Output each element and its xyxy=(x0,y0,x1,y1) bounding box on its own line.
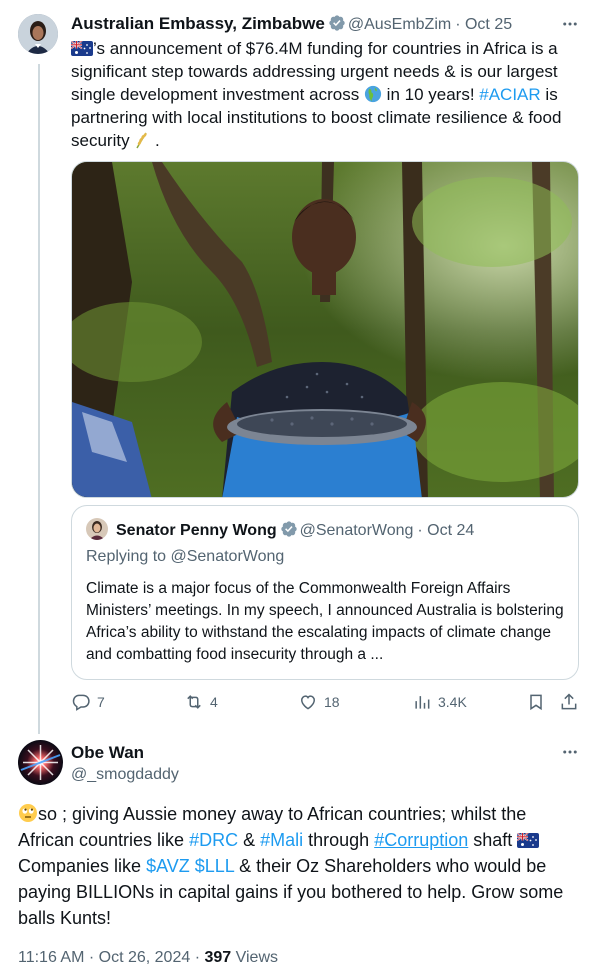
bookmark-icon xyxy=(530,694,542,711)
reply-views-label: Views xyxy=(231,949,279,966)
more-options-icon[interactable] xyxy=(558,12,582,36)
tweet-photo[interactable] xyxy=(71,161,579,498)
hashtag-drc-link[interactable]: #DRC xyxy=(189,830,238,850)
avatar[interactable] xyxy=(18,14,58,54)
quoted-tweet[interactable]: Senator Penny Wong @SenatorWong · Oct 24 R… xyxy=(71,505,579,680)
thread-connector-line xyxy=(38,64,40,734)
reply-count: 7 xyxy=(97,694,105,710)
views-count: 3.4K xyxy=(438,694,467,710)
reply-text-part4: shaft xyxy=(468,830,518,850)
hashtag-mali-link[interactable]: #Mali xyxy=(260,830,303,850)
reply-avatar[interactable] xyxy=(18,740,63,785)
reply-author-handle[interactable]: @_smogdaddy xyxy=(71,766,179,784)
reply-views-count: 397 xyxy=(204,949,232,966)
australia-flag-icon xyxy=(71,41,93,56)
quoted-author-handle[interactable]: @SenatorWong xyxy=(300,522,414,539)
cashtag-avz-link[interactable]: $AVZ xyxy=(146,856,190,876)
rice-ear-icon xyxy=(136,132,147,149)
reply-text: so ; giving Aussie money away to African… xyxy=(18,801,584,931)
verified-badge-icon xyxy=(280,521,297,537)
repost-button[interactable]: 4 xyxy=(184,692,218,712)
hashtag-corruption-link[interactable]: #Corruption xyxy=(374,830,468,850)
tweet-header: Australian Embassy, Zimbabwe @AusEmbZim · … xyxy=(71,14,512,36)
quoted-date[interactable]: · Oct 24 xyxy=(417,522,474,539)
reply-timestamp: 11:16 AM · Oct 26, 2024 · 397 Views xyxy=(18,949,278,967)
reply-author-name[interactable]: Obe Wan xyxy=(71,743,144,763)
tweet-text-part2: in 10 years! xyxy=(381,85,480,104)
reply-icon xyxy=(72,694,90,711)
face-with-rolling-eyes-emoji xyxy=(19,804,37,822)
reply-more-options-icon[interactable] xyxy=(558,740,582,764)
tweet-date[interactable]: · Oct 25 xyxy=(455,16,512,33)
tweet-text-part4: . xyxy=(150,131,160,150)
author-name[interactable]: Australian Embassy, Zimbabwe xyxy=(71,14,325,33)
quoted-avatar[interactable] xyxy=(86,518,108,540)
globe-icon xyxy=(364,85,382,103)
hashtag-link[interactable]: #ACIAR xyxy=(479,85,540,104)
reply-time[interactable]: 11:16 AM · Oct 26, 2024 · xyxy=(18,949,204,966)
repost-icon xyxy=(187,695,201,709)
tweet-text: ’s announcement of $76.4M funding for co… xyxy=(71,37,586,152)
quoted-author-name[interactable]: Senator Penny Wong xyxy=(116,522,277,539)
like-button[interactable]: 18 xyxy=(298,692,340,712)
cashtag-lll-link[interactable]: $LLL xyxy=(195,856,234,876)
verified-badge-icon xyxy=(329,15,345,31)
share-button[interactable] xyxy=(559,692,579,712)
share-icon xyxy=(561,693,577,710)
heart-icon xyxy=(300,695,316,710)
australia-flag-icon xyxy=(517,833,540,848)
reply-text-part5: Companies like xyxy=(18,856,147,876)
photo-woman-winnowing-grain xyxy=(72,162,578,497)
reply-button[interactable]: 7 xyxy=(71,692,105,712)
bookmark-button[interactable] xyxy=(526,692,546,712)
like-count: 18 xyxy=(324,694,340,710)
author-handle[interactable]: @AusEmbZim xyxy=(348,16,451,33)
quoted-header: Senator Penny Wong @SenatorWong · Oct 24 xyxy=(116,520,474,540)
repost-count: 4 xyxy=(210,694,218,710)
quoted-text: Climate is a major focus of the Commonwe… xyxy=(86,580,564,663)
tweet-actions: 7 4 18 3.4K xyxy=(71,692,581,718)
replying-to: Replying to @SenatorWong xyxy=(86,548,285,565)
views-button[interactable]: 3.4K xyxy=(412,692,467,712)
views-chart-icon xyxy=(415,696,430,709)
reply-text-part2: & xyxy=(238,830,261,850)
reply-text-part3: through xyxy=(303,830,375,850)
